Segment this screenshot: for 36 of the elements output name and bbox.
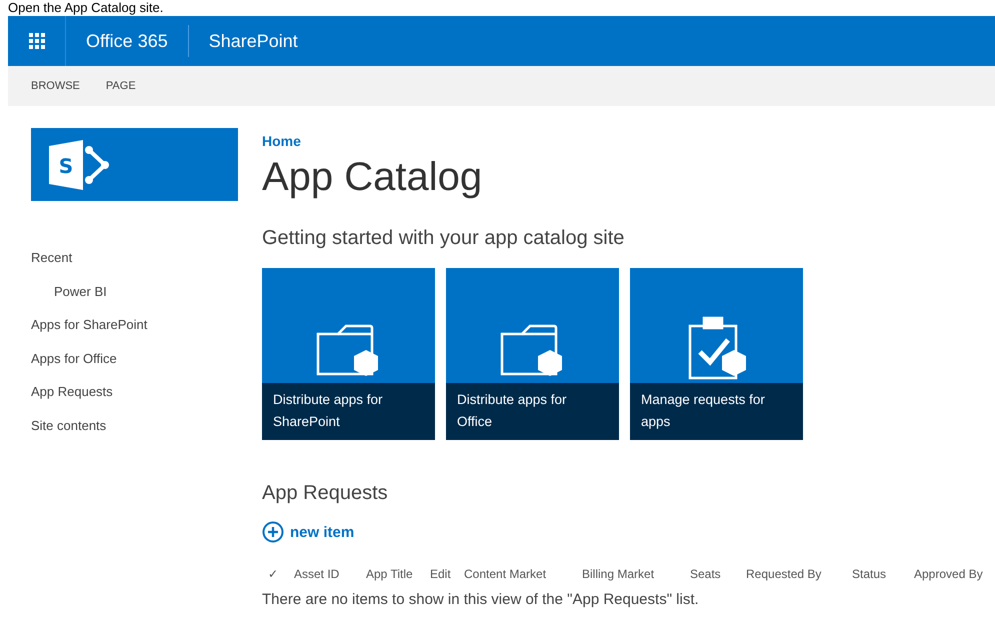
- column-header[interactable]: Asset ID: [294, 567, 366, 581]
- nav-link[interactable]: Apps for Office: [31, 342, 231, 375]
- nav-link[interactable]: Site contents: [31, 408, 231, 442]
- ribbon-tab[interactable]: PAGE: [106, 80, 136, 92]
- column-header[interactable]: Approved By: [914, 567, 994, 581]
- brand-link[interactable]: Office 365: [66, 25, 189, 57]
- tile-label: Distribute apps for SharePoint: [262, 383, 435, 440]
- nav-link[interactable]: App Requests: [31, 375, 231, 408]
- ribbon-tab[interactable]: BROWSE: [31, 80, 80, 92]
- tile-label: Distribute apps for Office: [446, 383, 619, 440]
- new-item-link[interactable]: new item: [262, 521, 354, 543]
- column-header[interactable]: Seats: [690, 567, 746, 581]
- page-title: App Catalog: [262, 154, 484, 201]
- app-name[interactable]: SharePoint: [188, 30, 318, 52]
- column-header[interactable]: ✓: [268, 567, 294, 581]
- empty-message: There are no items to show in this view of the "App Requests" list.: [262, 591, 700, 608]
- list-heading: App Requests: [262, 482, 389, 505]
- column-header[interactable]: Billing Market: [582, 567, 690, 581]
- site-logo[interactable]: S: [31, 128, 238, 201]
- promoted-tile[interactable]: Distribute apps for SharePoint: [262, 268, 435, 440]
- breadcrumb-link[interactable]: Home: [262, 133, 994, 149]
- nav-link[interactable]: Power BI: [31, 274, 231, 308]
- tile-label: Manage requests for apps: [630, 383, 803, 440]
- column-header[interactable]: Status: [852, 567, 914, 581]
- nav-link[interactable]: Apps for SharePoint: [31, 308, 231, 342]
- waffle-icon: [28, 33, 44, 49]
- promoted-tile[interactable]: Distribute apps for Office: [446, 268, 619, 440]
- column-header[interactable]: Requested By: [746, 567, 852, 581]
- column-header[interactable]: Content Market: [464, 567, 582, 581]
- column-header[interactable]: Edit: [430, 567, 464, 581]
- column-header[interactable]: App Title: [366, 567, 430, 581]
- caption-text: Open the App Catalog site.: [7, 0, 164, 16]
- section-heading: Getting started with your app catalog site: [262, 227, 626, 250]
- plus-circle-icon: [262, 521, 284, 543]
- promoted-tile[interactable]: Manage requests for apps: [630, 268, 803, 440]
- nav-link[interactable]: Recent: [31, 241, 231, 274]
